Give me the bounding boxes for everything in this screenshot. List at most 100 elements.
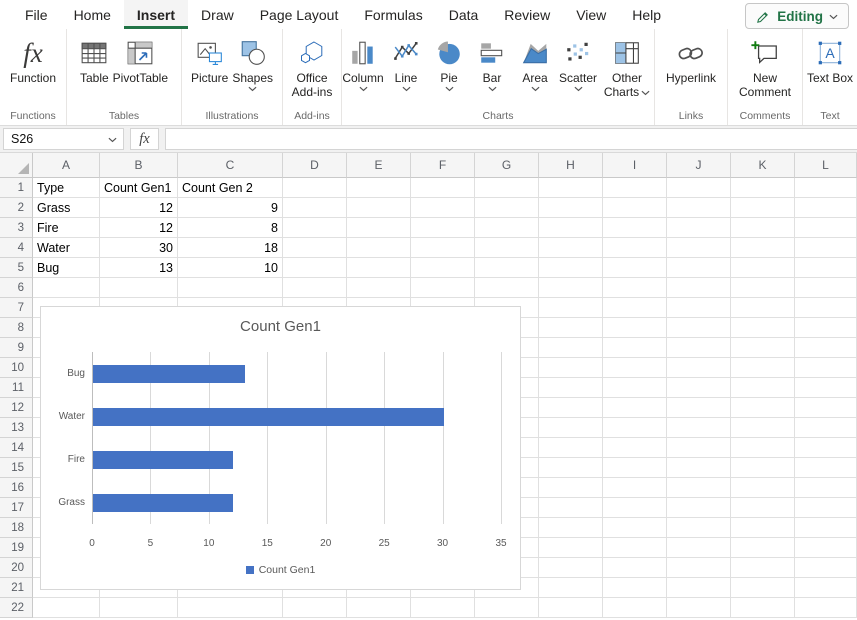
tab-file[interactable]: File (12, 0, 61, 29)
cell-A3[interactable]: Fire (33, 218, 100, 238)
cell-J5[interactable] (667, 258, 731, 278)
cell-E5[interactable] (347, 258, 411, 278)
cell-J3[interactable] (667, 218, 731, 238)
cell-H21[interactable] (539, 578, 603, 598)
cell-K19[interactable] (731, 538, 795, 558)
pie-button[interactable]: Pie (428, 34, 471, 93)
cell-H14[interactable] (539, 438, 603, 458)
column-header-e[interactable]: E (347, 153, 411, 178)
cell-J12[interactable] (667, 398, 731, 418)
cell-H16[interactable] (539, 478, 603, 498)
cell-L12[interactable] (795, 398, 857, 418)
cell-L18[interactable] (795, 518, 857, 538)
cell-I18[interactable] (603, 518, 667, 538)
cell-H13[interactable] (539, 418, 603, 438)
cell-L7[interactable] (795, 298, 857, 318)
shapes-button[interactable]: Shapes (230, 34, 275, 93)
tab-draw[interactable]: Draw (188, 0, 247, 29)
row-header-12[interactable]: 12 (0, 398, 33, 418)
cell-L22[interactable] (795, 598, 857, 618)
column-header-l[interactable]: L (795, 153, 857, 178)
row-header-4[interactable]: 4 (0, 238, 33, 258)
cell-H15[interactable] (539, 458, 603, 478)
cell-H11[interactable] (539, 378, 603, 398)
cell-G22[interactable] (475, 598, 539, 618)
cell-C5[interactable]: 10 (178, 258, 283, 278)
row-header-17[interactable]: 17 (0, 498, 33, 518)
cell-H7[interactable] (539, 298, 603, 318)
column-header-i[interactable]: I (603, 153, 667, 178)
cell-D5[interactable] (283, 258, 347, 278)
area-button[interactable]: Area (514, 34, 557, 93)
cell-I7[interactable] (603, 298, 667, 318)
cell-L11[interactable] (795, 378, 857, 398)
cell-B4[interactable]: 30 (100, 238, 178, 258)
cell-G3[interactable] (475, 218, 539, 238)
cell-I12[interactable] (603, 398, 667, 418)
row-header-21[interactable]: 21 (0, 578, 33, 598)
cell-J22[interactable] (667, 598, 731, 618)
tab-view[interactable]: View (563, 0, 619, 29)
cell-E22[interactable] (347, 598, 411, 618)
select-all-corner[interactable] (0, 153, 33, 178)
tab-help[interactable]: Help (619, 0, 674, 29)
cell-H5[interactable] (539, 258, 603, 278)
cell-B6[interactable] (100, 278, 178, 298)
column-header-c[interactable]: C (178, 153, 283, 178)
cell-H19[interactable] (539, 538, 603, 558)
cell-C3[interactable]: 8 (178, 218, 283, 238)
cell-A6[interactable] (33, 278, 100, 298)
cell-K12[interactable] (731, 398, 795, 418)
row-header-20[interactable]: 20 (0, 558, 33, 578)
cell-E3[interactable] (347, 218, 411, 238)
row-header-8[interactable]: 8 (0, 318, 33, 338)
cell-B1[interactable]: Count Gen1 (100, 178, 178, 198)
cell-K6[interactable] (731, 278, 795, 298)
row-header-7[interactable]: 7 (0, 298, 33, 318)
cell-H6[interactable] (539, 278, 603, 298)
cell-H18[interactable] (539, 518, 603, 538)
cell-J18[interactable] (667, 518, 731, 538)
cell-I19[interactable] (603, 538, 667, 558)
cell-D1[interactable] (283, 178, 347, 198)
cell-L6[interactable] (795, 278, 857, 298)
cell-K3[interactable] (731, 218, 795, 238)
cell-K15[interactable] (731, 458, 795, 478)
cell-D2[interactable] (283, 198, 347, 218)
cell-I17[interactable] (603, 498, 667, 518)
cell-B3[interactable]: 12 (100, 218, 178, 238)
column-header-g[interactable]: G (475, 153, 539, 178)
row-header-13[interactable]: 13 (0, 418, 33, 438)
cell-K16[interactable] (731, 478, 795, 498)
insert-function-button[interactable]: fx (130, 128, 159, 150)
column-header-k[interactable]: K (731, 153, 795, 178)
line-button[interactable]: Line (385, 34, 428, 93)
cell-I2[interactable] (603, 198, 667, 218)
cell-K2[interactable] (731, 198, 795, 218)
cell-L21[interactable] (795, 578, 857, 598)
cell-E4[interactable] (347, 238, 411, 258)
cell-C1[interactable]: Count Gen 2 (178, 178, 283, 198)
column-header-b[interactable]: B (100, 153, 178, 178)
cell-I14[interactable] (603, 438, 667, 458)
cell-L9[interactable] (795, 338, 857, 358)
cell-L19[interactable] (795, 538, 857, 558)
column-header-f[interactable]: F (411, 153, 475, 178)
cell-F1[interactable] (411, 178, 475, 198)
row-header-15[interactable]: 15 (0, 458, 33, 478)
cell-L3[interactable] (795, 218, 857, 238)
cell-J11[interactable] (667, 378, 731, 398)
cell-J21[interactable] (667, 578, 731, 598)
row-header-11[interactable]: 11 (0, 378, 33, 398)
cell-L16[interactable] (795, 478, 857, 498)
cell-L13[interactable] (795, 418, 857, 438)
cell-I22[interactable] (603, 598, 667, 618)
text-box-button[interactable]: AText Box (805, 34, 855, 86)
row-header-16[interactable]: 16 (0, 478, 33, 498)
cell-I8[interactable] (603, 318, 667, 338)
cell-J7[interactable] (667, 298, 731, 318)
cell-I13[interactable] (603, 418, 667, 438)
cell-L14[interactable] (795, 438, 857, 458)
cell-H3[interactable] (539, 218, 603, 238)
row-header-3[interactable]: 3 (0, 218, 33, 238)
